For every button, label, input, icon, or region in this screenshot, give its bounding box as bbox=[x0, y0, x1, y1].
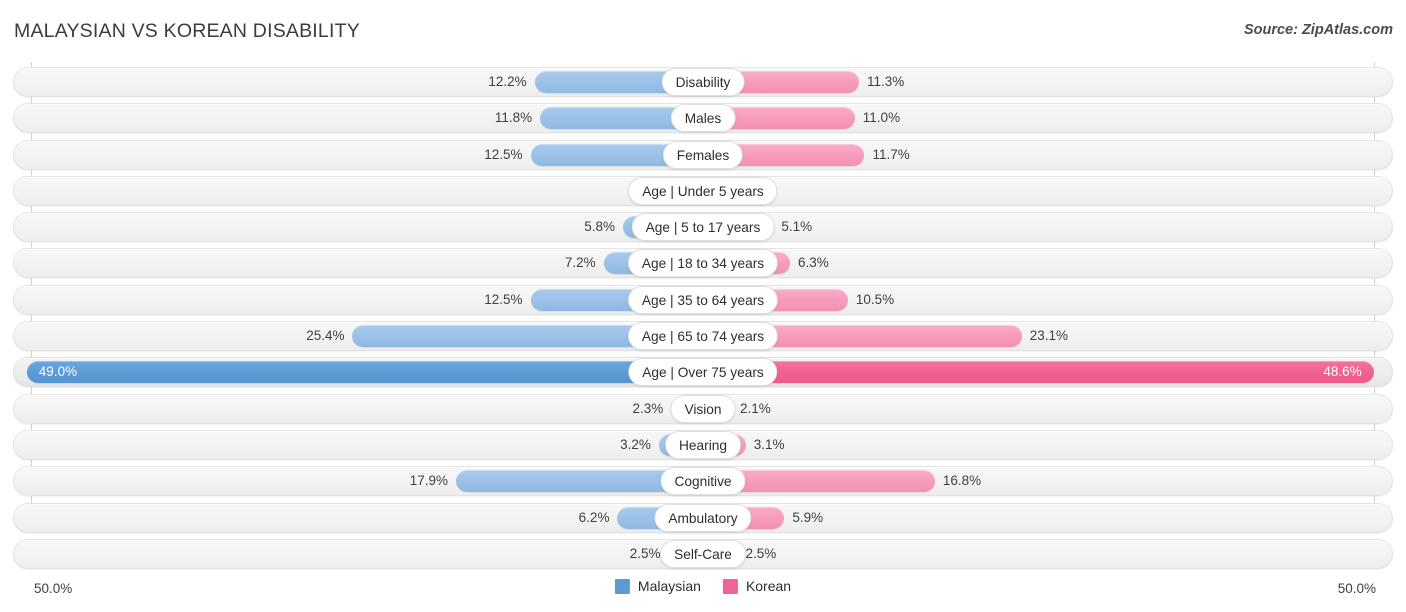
chart-page: MALAYSIAN VS KOREAN DISABILITY Source: Z… bbox=[0, 0, 1406, 612]
chart-row: 12.5% 11.7% Females bbox=[13, 137, 1393, 173]
chart-row: 12.2% 11.3% Disability bbox=[13, 64, 1393, 100]
row-category-label: Age | Under 5 years bbox=[628, 176, 778, 205]
value-label-malaysian: 5.8% bbox=[584, 219, 615, 235]
value-label-korean: 16.8% bbox=[942, 473, 982, 489]
legend-swatch-icon bbox=[722, 578, 738, 594]
row-category-label: Age | Over 75 years bbox=[628, 358, 778, 387]
chart-row: 3.2% 3.1% Hearing bbox=[13, 427, 1393, 463]
chart-row: 2.5% 2.5% Self-Care bbox=[13, 536, 1393, 572]
chart-legend: Malaysian Korean bbox=[614, 578, 792, 594]
chart-row: 6.2% 5.9% Ambulatory bbox=[13, 500, 1393, 536]
row-category-label: Self-Care bbox=[660, 539, 746, 568]
value-label-malaysian: 25.4% bbox=[306, 328, 345, 344]
value-label-korean: 5.1% bbox=[781, 219, 813, 235]
chart-row: 17.9% 16.8% Cognitive bbox=[13, 463, 1393, 499]
chart-row: 49.0% 48.6% Age | Over 75 years bbox=[13, 354, 1393, 390]
row-category-label: Ambulatory bbox=[654, 503, 752, 532]
row-category-label: Age | 5 to 17 years bbox=[631, 213, 775, 242]
value-label-korean: 3.1% bbox=[753, 436, 785, 452]
value-label-korean: 2.5% bbox=[745, 545, 777, 561]
value-label-malaysian: 12.5% bbox=[484, 146, 523, 162]
value-label-malaysian: 11.8% bbox=[494, 110, 533, 126]
source-attribution: Source: ZipAtlas.com bbox=[1243, 22, 1393, 38]
value-label-korean: 11.7% bbox=[872, 146, 910, 162]
value-label-korean: 6.3% bbox=[797, 255, 829, 271]
bar-korean bbox=[703, 361, 1374, 384]
legend-swatch-icon bbox=[614, 578, 630, 594]
value-label-korean: 23.1% bbox=[1029, 328, 1069, 344]
legend-item[interactable]: Korean bbox=[722, 578, 792, 594]
value-label-malaysian: 7.2% bbox=[564, 255, 596, 271]
value-label-malaysian: 17.9% bbox=[409, 473, 448, 489]
chart-row: 7.2% 6.3% Age | 18 to 34 years bbox=[13, 245, 1393, 281]
value-label-malaysian: 2.5% bbox=[629, 545, 661, 561]
value-label-malaysian: 49.0% bbox=[38, 364, 78, 380]
value-label-korean: 11.3% bbox=[866, 74, 905, 89]
row-category-label: Disability bbox=[661, 68, 745, 96]
row-category-label: Age | 35 to 64 years bbox=[627, 285, 779, 314]
chart-row: 11.8% 11.0% Males bbox=[13, 100, 1393, 136]
legend-item[interactable]: Malaysian bbox=[614, 578, 701, 594]
value-label-malaysian: 12.2% bbox=[488, 74, 527, 89]
chart-rows: 12.2% 11.3% Disability 11.8% 11.0% Males 12.5%… bbox=[13, 64, 1393, 572]
bar-malaysian bbox=[26, 361, 703, 384]
value-label-malaysian: 3.2% bbox=[620, 436, 651, 452]
chart-footer: 50.0% Malaysian Korean 50.0% bbox=[0, 578, 1406, 604]
row-category-label: Females bbox=[662, 140, 744, 169]
chart-row: 1.3%1.2%Age | Under 5 years bbox=[13, 173, 1393, 209]
chart-row: 2.3% 2.1% Vision bbox=[13, 391, 1393, 427]
value-label-malaysian: 2.3% bbox=[632, 400, 664, 416]
value-label-korean: 48.6% bbox=[1323, 364, 1362, 380]
diverging-bar-chart: 12.2% 11.3% Disability 11.8% 11.0% Males 12.5%… bbox=[0, 62, 1406, 572]
axis-max-left: 50.0% bbox=[34, 581, 73, 596]
chart-row: 25.4% 23.1% Age | 65 to 74 years bbox=[13, 318, 1393, 354]
row-category-label: Cognitive bbox=[660, 467, 746, 496]
value-label-malaysian: 6.2% bbox=[578, 509, 610, 525]
chart-header: MALAYSIAN VS KOREAN DISABILITY Source: Z… bbox=[0, 0, 1406, 58]
page-title: MALAYSIAN VS KOREAN DISABILITY bbox=[14, 20, 360, 42]
row-category-label: Age | 18 to 34 years bbox=[627, 249, 779, 278]
value-label-korean: 10.5% bbox=[855, 291, 895, 307]
row-category-label: Males bbox=[670, 104, 736, 133]
legend-label: Korean bbox=[745, 578, 792, 594]
value-label-malaysian: 12.5% bbox=[484, 291, 523, 307]
value-label-korean: 2.1% bbox=[739, 400, 771, 416]
axis-max-right: 50.0% bbox=[1337, 581, 1376, 596]
chart-row: 5.8% 5.1% Age | 5 to 17 years bbox=[13, 209, 1393, 245]
row-category-label: Age | 65 to 74 years bbox=[627, 322, 779, 351]
row-category-label: Vision bbox=[670, 394, 736, 423]
value-label-korean: 11.0% bbox=[862, 110, 901, 126]
row-category-label: Hearing bbox=[665, 430, 741, 459]
legend-label: Malaysian bbox=[637, 578, 701, 594]
chart-row: 12.5% 10.5% Age | 35 to 64 years bbox=[13, 282, 1393, 318]
value-label-korean: 5.9% bbox=[792, 509, 824, 525]
